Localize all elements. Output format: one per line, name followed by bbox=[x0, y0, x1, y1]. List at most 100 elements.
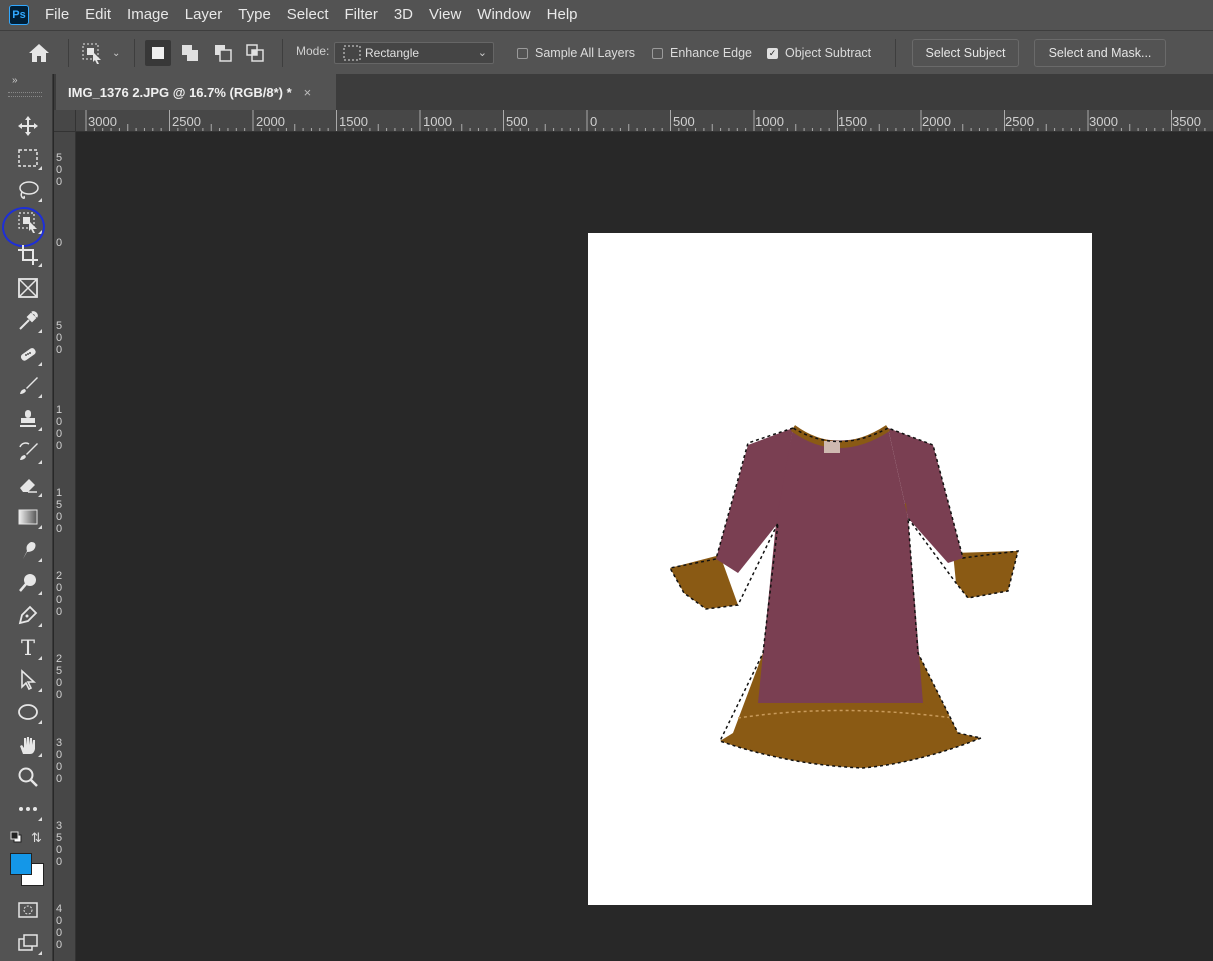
more-tools-button[interactable] bbox=[14, 795, 42, 823]
menu-edit[interactable]: Edit bbox=[77, 0, 119, 30]
hand-tool[interactable] bbox=[14, 731, 42, 759]
object-selection-icon bbox=[82, 43, 101, 64]
screen-mode-button[interactable] bbox=[14, 929, 42, 957]
pen-icon bbox=[18, 605, 38, 625]
ruler-ticks bbox=[85, 110, 1206, 131]
mode-select[interactable]: Rectangle ⌄ bbox=[334, 42, 494, 64]
menu-layer[interactable]: Layer bbox=[177, 0, 231, 30]
intersect-selection-button[interactable] bbox=[242, 40, 268, 66]
ruler-label: 2500 bbox=[56, 653, 63, 701]
quick-mask-button[interactable] bbox=[14, 896, 42, 924]
document-tab[interactable]: IMG_1376 2.JPG @ 16.7% (RGB/8*) * × bbox=[56, 74, 336, 110]
ruler-label: 1500 bbox=[838, 114, 867, 129]
pen-tool[interactable] bbox=[14, 601, 42, 629]
crop-tool[interactable] bbox=[14, 241, 42, 269]
ruler-label: 1500 bbox=[56, 487, 63, 535]
sample-all-layers-label: Sample All Layers bbox=[535, 46, 636, 60]
zoom-tool[interactable] bbox=[14, 763, 42, 791]
spot-healing-tool[interactable] bbox=[14, 340, 42, 368]
enhance-edge-checkbox[interactable]: Enhance Edge bbox=[652, 46, 752, 60]
menu-window[interactable]: Window bbox=[469, 0, 538, 30]
more-tools-icon bbox=[19, 807, 37, 811]
menu-3d[interactable]: 3D bbox=[386, 0, 421, 30]
options-bar: ⌄ Mode: Rectangle ⌄ Sample All Layers En… bbox=[0, 30, 1213, 74]
smudge-tool[interactable] bbox=[14, 536, 42, 564]
menu-filter[interactable]: Filter bbox=[337, 0, 386, 30]
select-and-mask-button[interactable]: Select and Mask... bbox=[1034, 39, 1166, 67]
path-selection-icon bbox=[21, 669, 37, 691]
object-subtract-label: Object Subtract bbox=[785, 46, 872, 60]
subtract-from-selection-button[interactable] bbox=[210, 40, 236, 66]
tools-panel: » T ⇅ bbox=[0, 74, 53, 961]
gradient-tool[interactable] bbox=[14, 503, 42, 531]
new-selection-button[interactable] bbox=[145, 40, 171, 66]
ruler-label: 3000 bbox=[1089, 114, 1118, 129]
menu-file[interactable]: File bbox=[37, 0, 77, 30]
rectangular-marquee-icon bbox=[18, 149, 38, 167]
default-colors-icon[interactable] bbox=[10, 831, 22, 846]
ruler-label: 0 bbox=[56, 237, 63, 249]
add-selection-icon bbox=[182, 45, 198, 61]
type-tool[interactable]: T bbox=[14, 634, 42, 662]
spot-healing-icon bbox=[20, 348, 36, 361]
checkbox-box bbox=[652, 47, 663, 59]
menu-bar: Ps File Edit Image Layer Type Select Fil… bbox=[0, 0, 1213, 30]
frame-icon bbox=[18, 278, 38, 298]
lasso-tool[interactable] bbox=[14, 176, 42, 204]
ruler-label: 1000 bbox=[423, 114, 452, 129]
photoshop-logo-icon[interactable]: Ps bbox=[9, 5, 29, 25]
move-tool[interactable] bbox=[14, 112, 42, 140]
eraser-tool[interactable] bbox=[14, 471, 42, 499]
history-brush-tool[interactable] bbox=[14, 438, 42, 466]
document-canvas[interactable] bbox=[588, 233, 1092, 905]
intersect-selection-icon bbox=[246, 44, 264, 62]
document-tab-bar: IMG_1376 2.JPG @ 16.7% (RGB/8*) * × bbox=[54, 74, 1213, 110]
ruler-label: 2000 bbox=[56, 570, 63, 618]
zoom-icon bbox=[18, 767, 38, 787]
ruler-label: 1500 bbox=[339, 114, 368, 129]
sample-all-layers-checkbox[interactable]: Sample All Layers bbox=[517, 46, 635, 60]
menu-select[interactable]: Select bbox=[279, 0, 337, 30]
ruler-origin[interactable] bbox=[54, 110, 76, 132]
menu-image[interactable]: Image bbox=[119, 0, 177, 30]
eraser-icon bbox=[20, 479, 37, 493]
close-icon[interactable]: × bbox=[304, 85, 312, 100]
dress-photo bbox=[668, 425, 1019, 769]
ruler-label: 500 bbox=[56, 152, 63, 188]
checkbox-box bbox=[517, 47, 528, 59]
menu-view[interactable]: View bbox=[421, 0, 469, 30]
horizontal-ruler[interactable]: 3000 2500 2000 1500 1000 500 0 500 1000 … bbox=[76, 110, 1213, 132]
ellipse-tool[interactable] bbox=[14, 698, 42, 726]
home-button[interactable] bbox=[22, 41, 56, 65]
foreground-color-swatch[interactable] bbox=[10, 853, 32, 875]
mode-select-value: Rectangle bbox=[365, 46, 420, 60]
select-subject-button[interactable]: Select Subject bbox=[912, 39, 1019, 67]
vertical-ruler[interactable]: 500 0 500 1000 1500 2000 2500 3000 3500 … bbox=[54, 132, 76, 961]
type-icon: T bbox=[20, 636, 35, 660]
dodge-tool[interactable] bbox=[14, 569, 42, 597]
menu-type[interactable]: Type bbox=[230, 0, 279, 30]
screen-mode-icon bbox=[18, 934, 38, 951]
dodge-icon bbox=[19, 574, 36, 592]
tool-preset-picker[interactable]: ⌄ bbox=[80, 39, 128, 67]
swap-colors-icon[interactable]: ⇅ bbox=[31, 830, 42, 846]
lasso-icon bbox=[19, 181, 39, 199]
ruler-label: 2500 bbox=[1005, 114, 1034, 129]
brush-tool[interactable] bbox=[14, 372, 42, 400]
clone-stamp-tool[interactable] bbox=[14, 405, 42, 433]
path-selection-tool[interactable] bbox=[14, 666, 42, 694]
eyedropper-tool[interactable] bbox=[14, 307, 42, 335]
add-to-selection-button[interactable] bbox=[177, 40, 203, 66]
home-icon bbox=[29, 44, 49, 62]
ruler-label: 2500 bbox=[172, 114, 201, 129]
collapse-panel-icon[interactable]: » bbox=[12, 75, 18, 86]
panel-grip[interactable] bbox=[8, 92, 42, 97]
menu-help[interactable]: Help bbox=[539, 0, 586, 30]
document-tab-title: IMG_1376 2.JPG @ 16.7% (RGB/8*) * bbox=[68, 84, 292, 100]
hand-icon bbox=[20, 737, 35, 754]
rectangular-marquee-tool[interactable] bbox=[14, 144, 42, 172]
gradient-icon bbox=[18, 509, 38, 525]
object-subtract-checkbox[interactable]: ✓ Object Subtract bbox=[767, 46, 871, 60]
divider bbox=[282, 39, 283, 67]
frame-tool[interactable] bbox=[14, 274, 42, 302]
